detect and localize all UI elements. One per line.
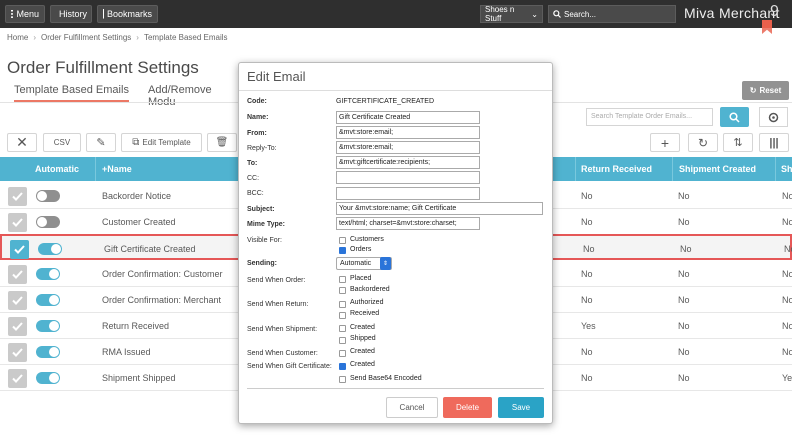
shipped-checkbox-label: Shipped <box>350 335 376 342</box>
code-label: Code: <box>247 98 267 105</box>
modal-divider <box>239 90 552 91</box>
received-checkbox-label: Received <box>350 310 380 317</box>
menu-label: Menu <box>16 9 39 19</box>
bcc-label: BCC: <box>247 190 264 197</box>
send-when-order-label: Send When Order: <box>247 277 306 284</box>
edit-email-modal: Edit Email Code: GIFTCERTIFICATE_CREATED… <box>238 62 553 424</box>
bookmark-icon <box>103 9 104 19</box>
backordered-checkbox[interactable] <box>339 287 346 294</box>
gift-created-checkbox[interactable] <box>339 363 346 370</box>
customer-created-checkbox-label: Created <box>350 348 375 355</box>
send-when-gift-label: Send When Gift Certificate: <box>247 363 332 370</box>
bookmarks-button[interactable]: Bookmarks <box>97 5 158 23</box>
customer-created-checkbox[interactable] <box>339 350 346 357</box>
mime-type-label: Mime Type: <box>247 221 285 228</box>
brand-logo: Miva Merchant <box>684 5 780 21</box>
shipped-checkbox[interactable] <box>339 337 346 344</box>
modal-footer-divider <box>247 388 544 389</box>
orders-checkbox[interactable] <box>339 247 346 254</box>
chevron-down-icon: ⌄ <box>531 9 538 19</box>
select-arrows-icon: ⇕ <box>380 257 391 270</box>
search-icon <box>553 10 561 18</box>
to-field[interactable]: &mvt:giftcertificate:recipients; <box>336 156 480 169</box>
delete-button[interactable]: Delete <box>443 397 492 418</box>
bcc-field[interactable] <box>336 187 480 200</box>
store-label: Shoes n Stuff <box>485 5 515 23</box>
to-label: To: <box>247 160 258 167</box>
code-value: GIFTCERTIFICATE_CREATED <box>336 98 435 105</box>
customers-checkbox[interactable] <box>339 237 346 244</box>
history-label: History <box>59 9 88 19</box>
sending-label: Sending: <box>247 260 277 267</box>
cc-label: CC: <box>247 175 260 182</box>
authorized-checkbox[interactable] <box>339 301 346 308</box>
menu-icon <box>11 10 14 18</box>
search-placeholder: Search... <box>564 9 597 19</box>
global-search-input[interactable]: Search... <box>548 5 676 23</box>
subject-field[interactable]: Your &mvt:store:name; Gift Certificate <box>336 202 543 215</box>
history-button[interactable]: History <box>50 5 92 23</box>
subject-label: Subject: <box>247 206 275 213</box>
sending-value: Automatic <box>340 260 372 267</box>
cc-field[interactable] <box>336 171 480 184</box>
top-bar: Menu History Bookmarks Shoes n Stuff ⌄ S… <box>0 0 792 28</box>
base64-checkbox-label: Send Base64 Encoded <box>350 375 422 382</box>
send-when-customer-label: Send When Customer: <box>247 350 318 357</box>
received-checkbox[interactable] <box>339 312 346 319</box>
shipment-created-checkbox[interactable] <box>339 325 346 332</box>
gift-created-checkbox-label: Created <box>350 361 375 368</box>
name-field[interactable]: Gift Certificate Created <box>336 111 480 124</box>
from-label: From: <box>247 130 267 137</box>
customers-checkbox-label: Customers <box>350 236 384 243</box>
reply-to-label: Reply-To: <box>247 145 277 152</box>
orders-checkbox-label: Orders <box>350 246 372 253</box>
modal-title: Edit Email <box>247 69 306 84</box>
sending-select[interactable]: Automatic ⇕ <box>336 257 392 270</box>
send-when-return-label: Send When Return: <box>247 301 309 308</box>
placed-checkbox[interactable] <box>339 276 346 283</box>
from-field[interactable]: &mvt:store:email; <box>336 126 480 139</box>
shipment-created-checkbox-label: Created <box>350 324 375 331</box>
brand-mark: 9 <box>770 3 779 20</box>
mime-type-field[interactable]: text/html; charset=&mvt:store:charset; <box>336 217 480 230</box>
send-when-shipment-label: Send When Shipment: <box>247 326 318 333</box>
reply-to-field[interactable]: &mvt:store:email; <box>336 141 480 154</box>
placed-checkbox-label: Placed <box>350 275 372 282</box>
save-button[interactable]: Save <box>498 397 544 418</box>
authorized-checkbox-label: Authorized <box>350 299 384 306</box>
visible-for-label: Visible For: <box>247 237 282 244</box>
cancel-button[interactable]: Cancel <box>386 397 438 418</box>
store-select[interactable]: Shoes n Stuff ⌄ <box>480 5 543 23</box>
menu-button[interactable]: Menu <box>5 5 45 23</box>
backordered-checkbox-label: Backordered <box>350 286 390 293</box>
name-label: Name: <box>247 114 269 121</box>
bookmarks-label: Bookmarks <box>106 9 152 19</box>
base64-checkbox[interactable] <box>339 376 346 383</box>
